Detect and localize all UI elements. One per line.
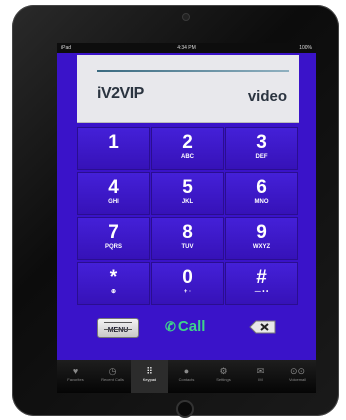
logo-suffix: VIP <box>119 85 145 102</box>
voicemail-icon: ⊙⊙ <box>289 366 306 376</box>
tab-voicemail[interactable]: ⊙⊙ Voicemail <box>279 360 316 393</box>
key-3[interactable]: 3 DEF <box>225 127 298 170</box>
status-bar: iPad 4:34 PM 100% <box>57 43 316 53</box>
key-letters: JKL <box>181 199 194 205</box>
key-letters: ABC <box>181 154 194 160</box>
key-7[interactable]: 7 PQRS <box>77 217 150 260</box>
tab-label: Voicemail <box>288 377 307 382</box>
key-digit: 1 <box>108 132 119 153</box>
tab-label: Contacts <box>178 377 195 382</box>
home-button[interactable] <box>176 400 194 418</box>
key-digit: 4 <box>108 177 119 198</box>
tab-im[interactable]: ✉ IM <box>242 360 279 393</box>
call-label: Call <box>177 318 206 335</box>
clock-icon: ◷ <box>108 366 117 376</box>
backspace-button[interactable] <box>249 320 277 334</box>
menu-lines-icon <box>104 322 132 330</box>
logo-two: 2 <box>111 85 120 102</box>
ivvip-logo: iV2VIP <box>97 85 144 103</box>
chat-icon: ✉ <box>256 366 265 376</box>
clock-time: 4:34 PM <box>177 45 196 51</box>
key-2[interactable]: 2 ABC <box>151 127 224 170</box>
tab-contacts[interactable]: ● Contacts <box>168 360 205 393</box>
key-6[interactable]: 6 MNO <box>225 172 298 215</box>
tab-keypad[interactable]: ⠿ Keypad <box>131 360 168 393</box>
heart-icon: ♥ <box>72 366 79 376</box>
key-digit: 7 <box>108 222 119 243</box>
key-digit: 2 <box>182 132 193 153</box>
action-row: MENU ✆ Call <box>77 310 299 346</box>
key-letters: + · <box>183 289 192 295</box>
key-letters: TUV <box>181 244 194 250</box>
tab-label: IM <box>258 377 263 382</box>
key-hash[interactable]: # — • • <box>225 262 298 305</box>
ipad-device-frame: iPad 4:34 PM 100% iV2VIP video 1 2 ABC 3D… <box>12 5 339 418</box>
key-star[interactable]: * ⊕ <box>77 262 150 305</box>
key-5[interactable]: 5 JKL <box>151 172 224 215</box>
key-digit: 0 <box>182 267 193 288</box>
key-8[interactable]: 8 TUV <box>151 217 224 260</box>
key-digit: 9 <box>256 222 267 243</box>
tab-favorites[interactable]: ♥ Favorites <box>57 360 94 393</box>
key-letters: GHI <box>108 199 119 205</box>
keypad: 1 2 ABC 3 DEF 4 GHI 5 JKL 6 MNO 7 PQRS 8 TUV 9W… <box>77 127 299 305</box>
tab-label: Keypad <box>142 377 157 382</box>
tab-label: Recent Calls <box>101 377 124 382</box>
tab-label: Settings <box>216 377 231 382</box>
tab-label: Favorites <box>67 377 84 382</box>
logo-prefix: iV <box>97 85 112 102</box>
key-9[interactable]: 9 WXYZ <box>225 217 298 260</box>
key-digit: 6 <box>256 177 267 198</box>
person-icon: ● <box>183 366 190 376</box>
call-button[interactable]: ✆ Call <box>165 316 225 338</box>
phone-icon: ✆ <box>165 319 176 334</box>
dial-display: iV2VIP video <box>77 55 299 123</box>
gear-icon: ⚙ <box>219 366 228 376</box>
key-letters: PQRS <box>104 244 122 250</box>
key-letters: — • • <box>254 289 269 295</box>
key-letters: WXYZ <box>252 244 271 250</box>
key-letters: MNO <box>254 199 269 205</box>
tab-recent-calls[interactable]: ◷ Recent Calls <box>94 360 131 393</box>
tab-bar: ♥ Favorites ◷ Recent Calls ⠿ Keypad ● Contac… <box>57 360 316 393</box>
key-digit: # <box>256 267 267 288</box>
key-0[interactable]: 0 + · <box>151 262 224 305</box>
key-letters: DEF <box>255 154 268 160</box>
backspace-icon <box>249 320 276 334</box>
app-screen: iPad 4:34 PM 100% iV2VIP video 1 2 ABC 3D… <box>57 43 316 393</box>
battery-level: 100% <box>299 45 312 51</box>
mode-label: video <box>247 88 287 105</box>
key-1[interactable]: 1 <box>77 127 150 170</box>
tab-settings[interactable]: ⚙ Settings <box>205 360 242 393</box>
menu-button[interactable]: MENU <box>97 318 139 338</box>
key-4[interactable]: 4 GHI <box>77 172 150 215</box>
key-digit: * <box>109 267 118 288</box>
key-digit: 8 <box>182 222 193 243</box>
keypad-icon: ⠿ <box>146 366 153 376</box>
key-digit: 3 <box>256 132 267 153</box>
dial-input-line[interactable] <box>97 70 289 72</box>
camera-icon <box>182 13 190 21</box>
key-digit: 5 <box>182 177 193 198</box>
key-letters: ⊕ <box>110 289 117 295</box>
